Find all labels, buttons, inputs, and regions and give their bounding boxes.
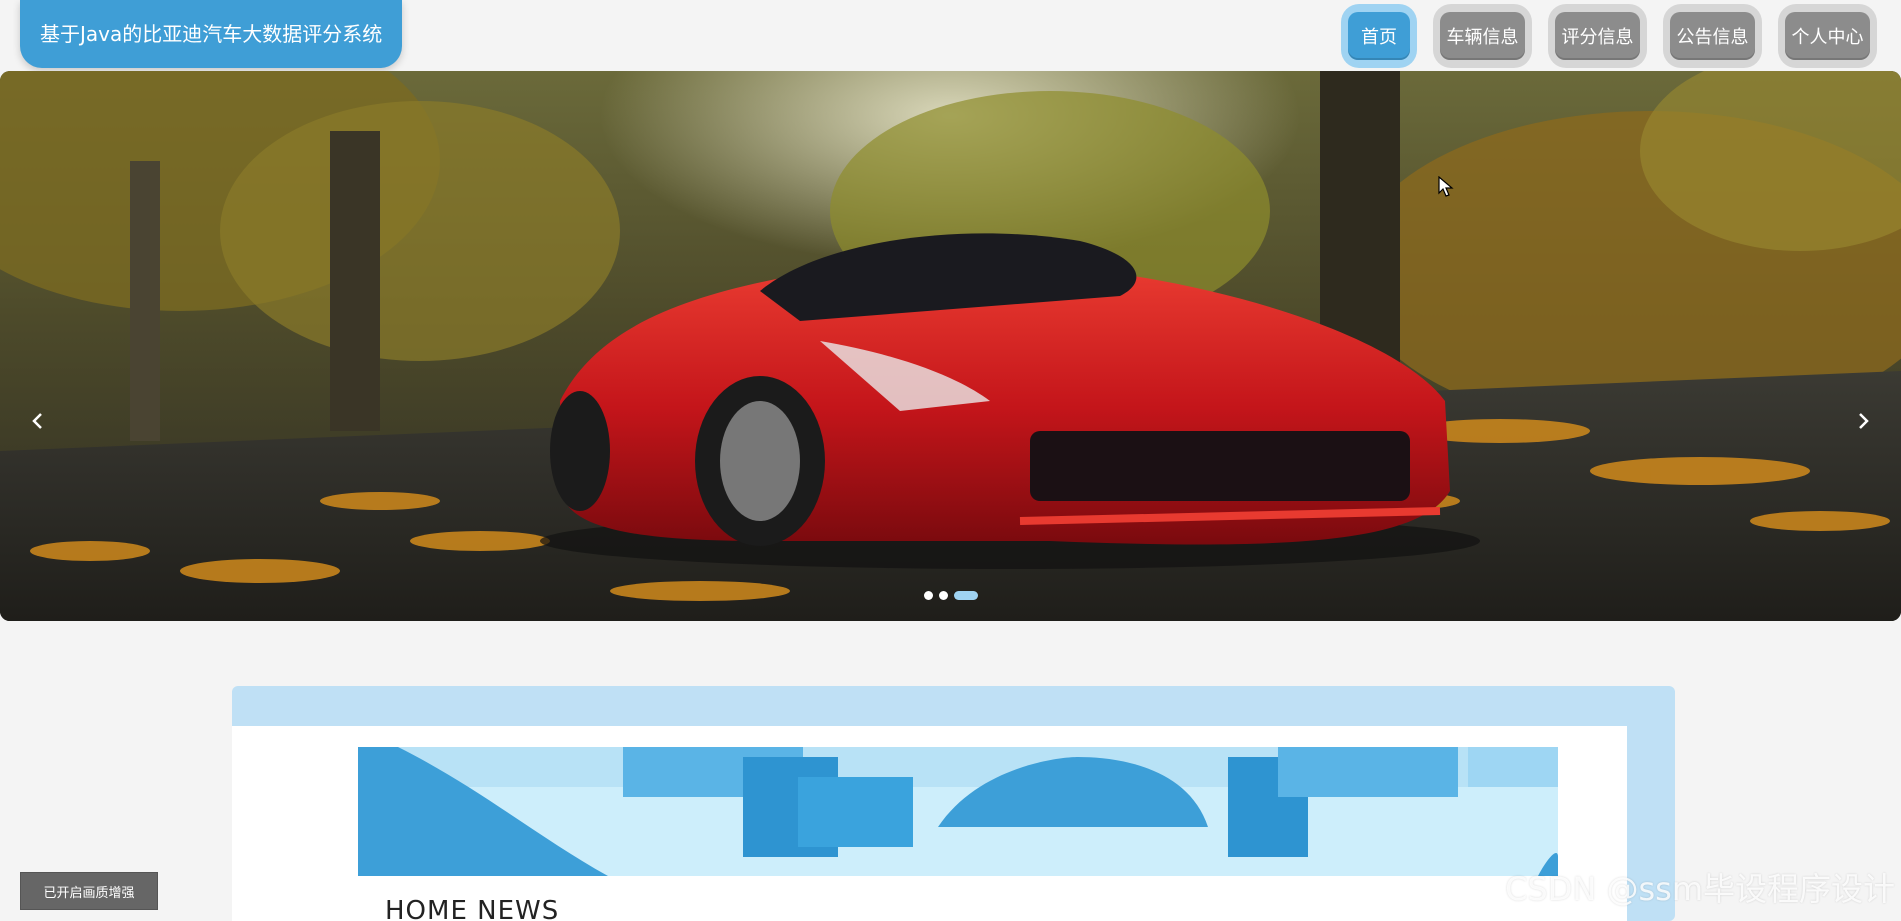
news-section: HOME NEWS: [232, 686, 1675, 921]
banner-decoration: [358, 747, 1558, 876]
news-content: HOME NEWS: [232, 726, 1627, 921]
news-banner-image: [358, 747, 1558, 876]
nav-personal-center-label: 个人中心: [1785, 12, 1870, 60]
main-nav: 首页 车辆信息 评分信息 公告信息 个人中心: [1341, 4, 1877, 68]
carousel-dot-1[interactable]: [924, 591, 933, 600]
nav-vehicle-info-label: 车辆信息: [1440, 12, 1525, 60]
chevron-right-icon: [1859, 413, 1869, 429]
quality-enhance-button[interactable]: 已开启画质增强: [20, 872, 158, 910]
nav-rating-info[interactable]: 评分信息: [1548, 4, 1647, 68]
mouse-cursor-icon: [1438, 176, 1454, 197]
chevron-left-icon: [32, 413, 42, 429]
nav-vehicle-info[interactable]: 车辆信息: [1433, 4, 1532, 68]
nav-home-label: 首页: [1348, 12, 1410, 60]
carousel-indicators: [924, 591, 978, 600]
nav-home[interactable]: 首页: [1341, 4, 1417, 68]
carousel-prev-button[interactable]: [18, 401, 58, 441]
site-title: 基于Java的比亚迪汽车大数据评分系统: [20, 0, 402, 68]
news-section-title: HOME NEWS: [385, 896, 560, 921]
nav-rating-info-label: 评分信息: [1555, 12, 1640, 60]
carousel-dot-3[interactable]: [954, 591, 978, 600]
nav-announcements[interactable]: 公告信息: [1663, 4, 1762, 68]
nav-announcements-label: 公告信息: [1670, 12, 1755, 60]
carousel-dot-2[interactable]: [939, 591, 948, 600]
hero-carousel[interactable]: [0, 71, 1901, 621]
nav-personal-center[interactable]: 个人中心: [1778, 4, 1877, 68]
source-watermark: CSDN @ssm毕设程序设计: [1505, 870, 1895, 908]
carousel-next-button[interactable]: [1843, 401, 1883, 441]
carousel-slide-image: [0, 71, 1901, 621]
